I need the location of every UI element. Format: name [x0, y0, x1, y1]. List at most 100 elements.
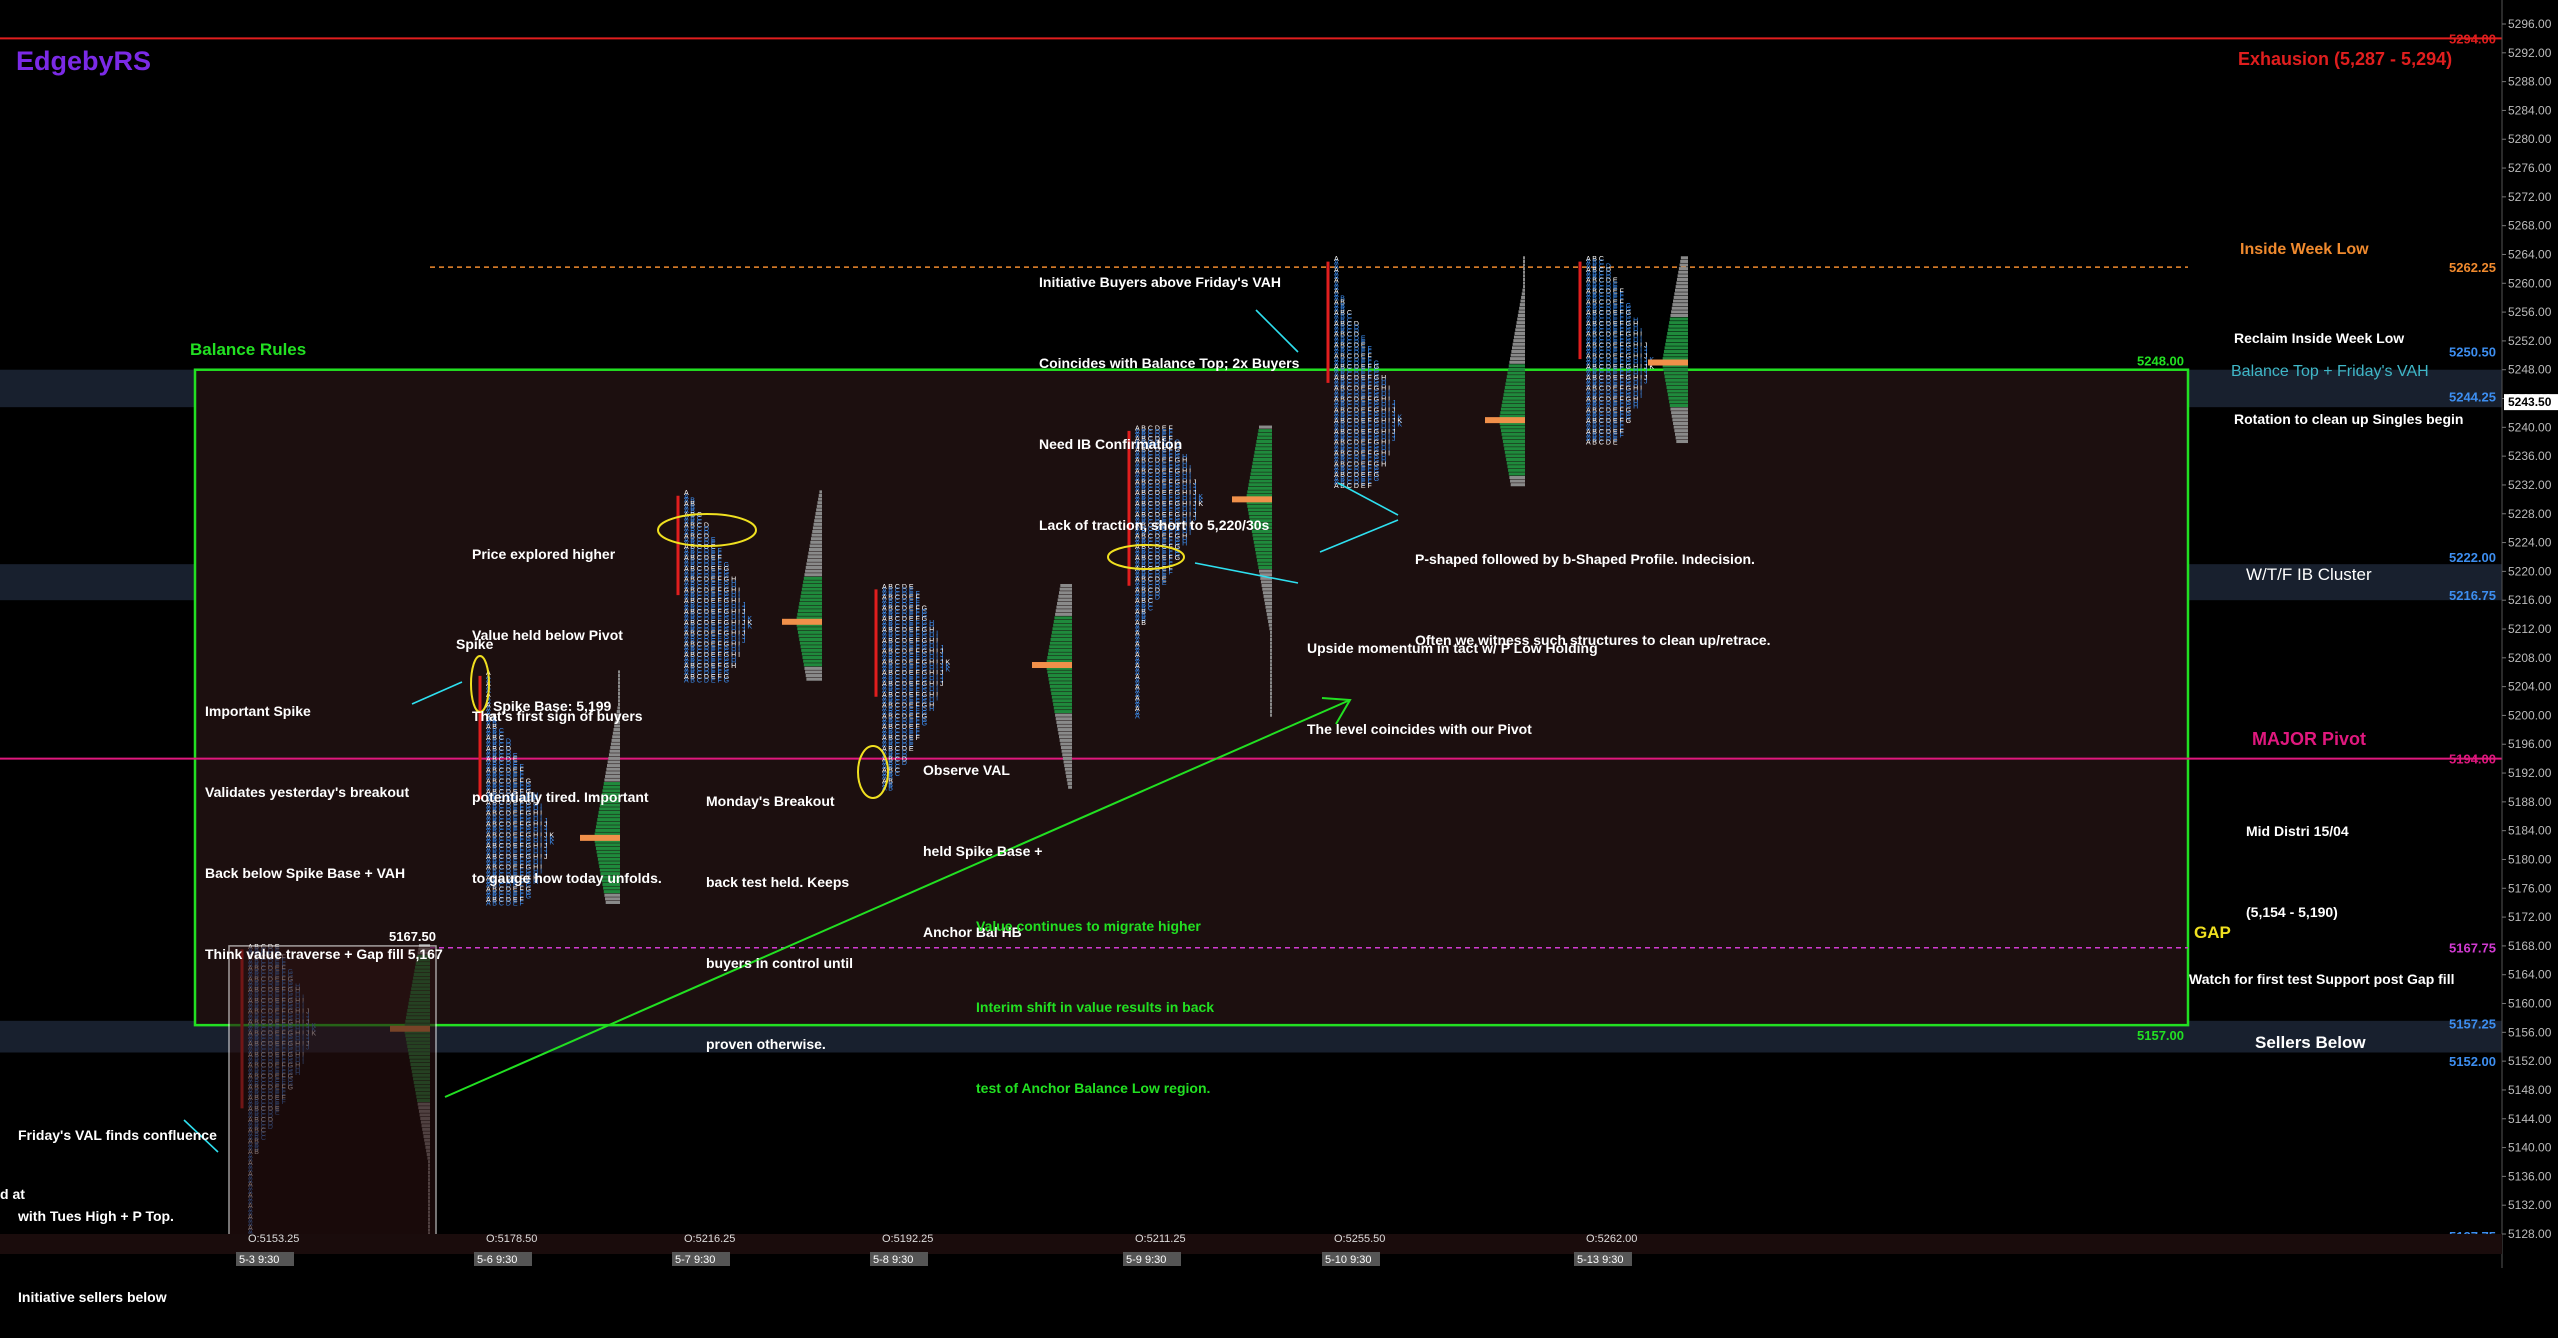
- histogram-bar: [818, 493, 822, 498]
- histogram-bar: [1505, 382, 1525, 386]
- histogram-bar: [1053, 623, 1072, 627]
- histogram-bar: [1053, 706, 1072, 710]
- level-price-tag: 5194.00: [2449, 752, 2496, 767]
- histogram-bar: [1516, 321, 1525, 325]
- histogram-bar: [1508, 367, 1525, 372]
- histogram-bar: [802, 583, 822, 588]
- histogram-bar: [1519, 303, 1525, 307]
- axis-tick-label: 5128.00: [2508, 1227, 2552, 1241]
- open-label: O:5192.25: [882, 1233, 933, 1245]
- histogram-bar: [804, 573, 822, 577]
- axis-tick-label: 5156.00: [2508, 1025, 2552, 1039]
- axis-tick-label: 5288.00: [2508, 75, 2552, 89]
- histogram-bar: [811, 533, 822, 537]
- histogram-bar: [1513, 339, 1525, 343]
- histogram-bar: [1504, 389, 1525, 393]
- histogram-bar: [1261, 583, 1272, 588]
- histogram-bar: [1510, 483, 1525, 487]
- observe-val-line: Observe VAL: [923, 762, 1010, 778]
- histogram-bar: [1051, 630, 1072, 634]
- histogram-bar: [1057, 601, 1072, 606]
- axis-tick-label: 5212.00: [2508, 622, 2552, 636]
- histogram-bar: [1265, 605, 1272, 609]
- histogram-bar: [801, 652, 822, 656]
- histogram-bar: [1502, 439, 1525, 444]
- histogram-bar: [1673, 425, 1688, 429]
- histogram-bar: [797, 609, 822, 613]
- histogram-bar: [819, 490, 822, 494]
- histogram-bar: [1523, 285, 1525, 289]
- major-pivot-label: MAJOR Pivot: [2252, 729, 2367, 749]
- histogram-bar: [1270, 699, 1272, 703]
- initiative-buyers-line: Lack of traction, short to 5,220/30s: [1039, 517, 1270, 533]
- histogram-bar: [1505, 454, 1525, 458]
- p-shaped-note: P-shaped followed by b-Shaped Profile. I…: [1415, 492, 1771, 681]
- axis-tick-label: 5228.00: [2508, 507, 2552, 521]
- histogram-bar: [1514, 331, 1525, 336]
- axis-tick-label: 5140.00: [2508, 1141, 2552, 1155]
- axis-tick-label: 5292.00: [2508, 46, 2552, 60]
- histogram-bar: [1671, 414, 1688, 418]
- histogram-bar: [816, 508, 822, 512]
- axis-tick-label: 5168.00: [2508, 939, 2552, 953]
- mid-distri-note: Mid Distri 15/04 (5,154 - 5,190): [2246, 764, 2349, 953]
- histogram-bar: [1669, 403, 1688, 408]
- histogram-bar: [805, 565, 822, 570]
- axis-tick-label: 5208.00: [2508, 651, 2552, 665]
- level-price-tag: 5167.75: [2449, 941, 2496, 956]
- histogram-bar: [807, 558, 822, 562]
- histogram-bar: [1670, 407, 1688, 411]
- axis-tick-label: 5280.00: [2508, 132, 2552, 146]
- histogram-bar: [1062, 753, 1072, 757]
- histogram-bar: [805, 674, 822, 678]
- histogram-bar: [1523, 277, 1525, 281]
- histogram-bar: [1675, 432, 1688, 436]
- histogram-bar: [1047, 656, 1072, 660]
- axis-tick-label: 5264.00: [2508, 247, 2552, 261]
- histogram-bar: [1666, 385, 1688, 390]
- axis-tick-label: 5236.00: [2508, 449, 2552, 463]
- histogram-bar: [807, 555, 822, 559]
- histogram-bar: [1268, 623, 1272, 627]
- gap-note: Watch for first test Support post Gap fi…: [2189, 971, 2455, 987]
- friday-val-line: Initiative sellers below: [18, 1289, 167, 1305]
- histogram-bar: [1066, 778, 1072, 782]
- histogram-bar: [812, 529, 822, 534]
- balance-rules-title: Balance Rules: [190, 340, 307, 359]
- histogram-bar: [1519, 306, 1525, 310]
- histogram-bar: [1049, 684, 1072, 688]
- histogram-bar: [1048, 677, 1072, 681]
- histogram-bar: [1510, 479, 1525, 483]
- histogram-bar: [1669, 400, 1688, 404]
- histogram-bar: [1056, 720, 1072, 724]
- level-price-tag: 5157.25: [2449, 1016, 2496, 1031]
- histogram-bar: [1264, 601, 1272, 606]
- histogram-bar: [1050, 688, 1072, 692]
- histogram-bar: [1051, 695, 1072, 699]
- histogram-bar: [1050, 638, 1072, 642]
- histogram-bar: [1051, 634, 1072, 638]
- histogram-bar: [1270, 670, 1272, 674]
- histogram-bar: [1663, 353, 1688, 357]
- open-label: O:5255.50: [1334, 1233, 1385, 1245]
- histogram-bar: [1509, 475, 1525, 480]
- histogram-bar: [816, 504, 822, 508]
- histogram-bar: [1667, 389, 1688, 393]
- histogram-bar: [1504, 447, 1525, 451]
- histogram-bar: [1268, 619, 1272, 624]
- histogram-bar: [1057, 724, 1072, 728]
- histogram-bar: [805, 569, 822, 573]
- histogram-bar: [1500, 429, 1525, 433]
- axis-tick-label: 5224.00: [2508, 536, 2552, 550]
- histogram-bar: [1680, 259, 1688, 263]
- mondays-breakout-line: back test held. Keeps: [706, 874, 850, 890]
- histogram-bar: [1270, 634, 1272, 638]
- histogram-bar: [1270, 645, 1272, 649]
- histogram-bar: [799, 598, 822, 602]
- open-label: O:5211.25: [1135, 1233, 1186, 1245]
- histogram-bar: [1664, 375, 1688, 379]
- histogram-bar: [1270, 692, 1272, 696]
- axis-tick-label: 5176.00: [2508, 881, 2552, 895]
- histogram-bar: [1511, 349, 1525, 354]
- histogram-bar: [1502, 436, 1525, 440]
